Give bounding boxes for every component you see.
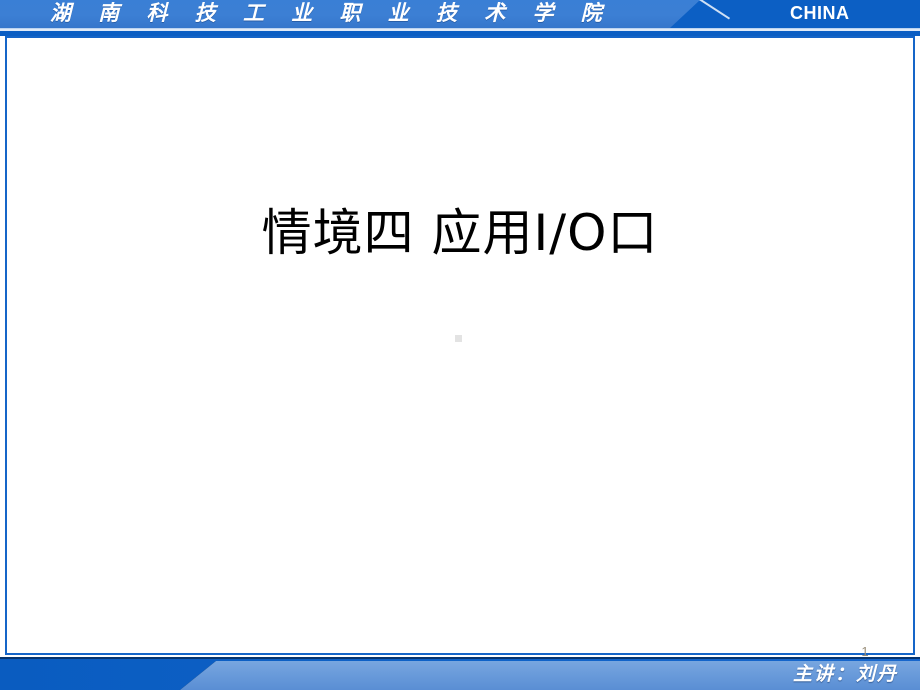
presentation-slide: 湖 南 科 技 工 业 职 业 技 术 学 院 CHINA 情境四 应用I/O口… [0, 0, 920, 690]
header-diagonal-divider-icon [668, 0, 738, 31]
slide-content-frame [5, 36, 915, 655]
slide-title: 情境四 应用I/O口 [261, 204, 659, 262]
slide-footer: 主讲：刘丹 [0, 657, 920, 690]
footer-top-border [0, 657, 920, 659]
slide-page-number: 1 [861, 644, 869, 659]
school-name-text: 湖 南 科 技 工 业 职 业 技 术 学 院 [50, 1, 613, 25]
presenter-name-text: 主讲：刘丹 [792, 664, 898, 685]
region-label-text: CHINA [790, 3, 850, 23]
slide-header: 湖 南 科 技 工 业 职 业 技 术 学 院 CHINA [0, 0, 920, 36]
content-placeholder-marker [455, 335, 462, 342]
